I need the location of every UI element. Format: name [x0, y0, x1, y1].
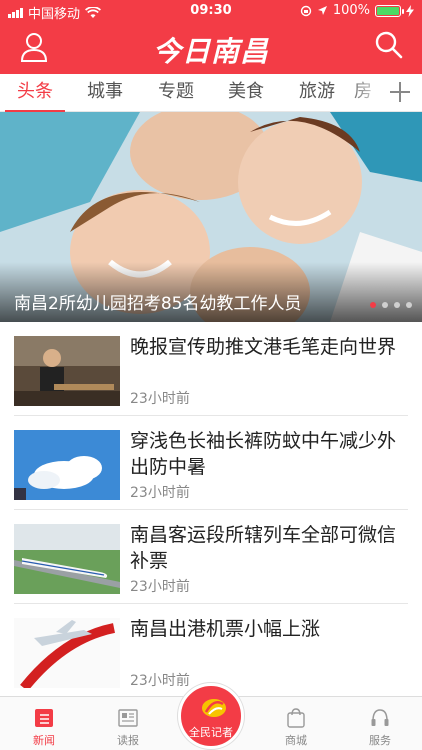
carousel-dot	[394, 302, 400, 308]
citizen-reporter-label: 全民记者	[189, 726, 233, 739]
news-item[interactable]: 晚报宣传助推文港毛笔走向世界 23小时前	[14, 322, 408, 416]
news-thumbnail	[14, 336, 120, 406]
nav-newspaper[interactable]: 读报	[98, 697, 158, 750]
nav-service-label: 服务	[369, 734, 391, 747]
shopping-bag-icon	[287, 708, 305, 728]
nav-news[interactable]: 新闻	[14, 697, 74, 750]
banner-carousel[interactable]: 南昌2所幼儿园招考85名幼教工作人员	[0, 112, 422, 322]
nav-shop[interactable]: 商城	[266, 697, 326, 750]
carousel-dot	[406, 302, 412, 308]
carousel-dot	[382, 302, 388, 308]
news-item[interactable]: 南昌客运段所辖列车全部可微信补票 23小时前	[14, 510, 408, 604]
nav-news-label: 新闻	[33, 734, 55, 747]
news-thumbnail	[14, 524, 120, 594]
news-icon	[35, 709, 53, 727]
news-headline: 晚报宣传助推文港毛笔走向世界	[130, 336, 397, 358]
add-tab-icon[interactable]	[390, 82, 410, 102]
news-time: 23小时前	[130, 391, 190, 407]
tab-topics[interactable]: 专题	[148, 74, 204, 112]
search-icon[interactable]	[374, 30, 404, 60]
citizen-reporter-button[interactable]: 全民记者	[178, 683, 244, 749]
news-thumbnail	[14, 618, 120, 688]
news-thumbnail	[14, 430, 120, 500]
nav-shop-label: 商城	[285, 734, 307, 747]
banner-caption: 南昌2所幼儿园招考85名幼教工作人员	[14, 294, 302, 314]
app-title: 今日南昌	[152, 35, 269, 68]
tab-city[interactable]: 城事	[77, 74, 133, 112]
nav-service[interactable]: 服务	[350, 697, 410, 750]
headset-icon	[371, 709, 389, 726]
category-tabs: 头条 城事 专题 美食 旅游 房	[0, 74, 422, 112]
status-bar: 中国移动 09:30 100%	[0, 0, 422, 22]
newspaper-icon	[118, 709, 138, 727]
battery-percent: 100%	[332, 3, 370, 18]
news-headline: 南昌出港机票小幅上涨	[130, 618, 321, 640]
news-time: 23小时前	[130, 579, 190, 595]
carousel-dot	[370, 302, 376, 308]
tab-headlines[interactable]: 头条	[5, 74, 65, 112]
tab-travel[interactable]: 旅游	[289, 74, 345, 112]
rotation-lock-icon	[300, 5, 312, 16]
tab-food[interactable]: 美食	[218, 74, 274, 112]
news-item[interactable]: 穿浅色长袖长裤防蚊中午减少外出防中暑 23小时前	[14, 416, 408, 510]
nav-newspaper-label: 读报	[117, 734, 139, 747]
location-icon	[317, 6, 327, 15]
app-header: 今日南昌	[0, 22, 422, 74]
news-time: 23小时前	[130, 485, 190, 501]
news-headline: 穿浅色长袖长裤防蚊中午减少外出防中暑	[130, 430, 397, 478]
news-time: 23小时前	[130, 673, 190, 689]
charging-icon	[406, 4, 414, 17]
battery-icon	[375, 4, 404, 17]
carousel-indicator	[370, 302, 412, 308]
app-header-area: 中国移动 09:30 100% 今日南昌	[0, 0, 422, 74]
news-headline: 南昌客运段所辖列车全部可微信补票	[130, 524, 397, 572]
reporter-icon	[202, 699, 226, 717]
